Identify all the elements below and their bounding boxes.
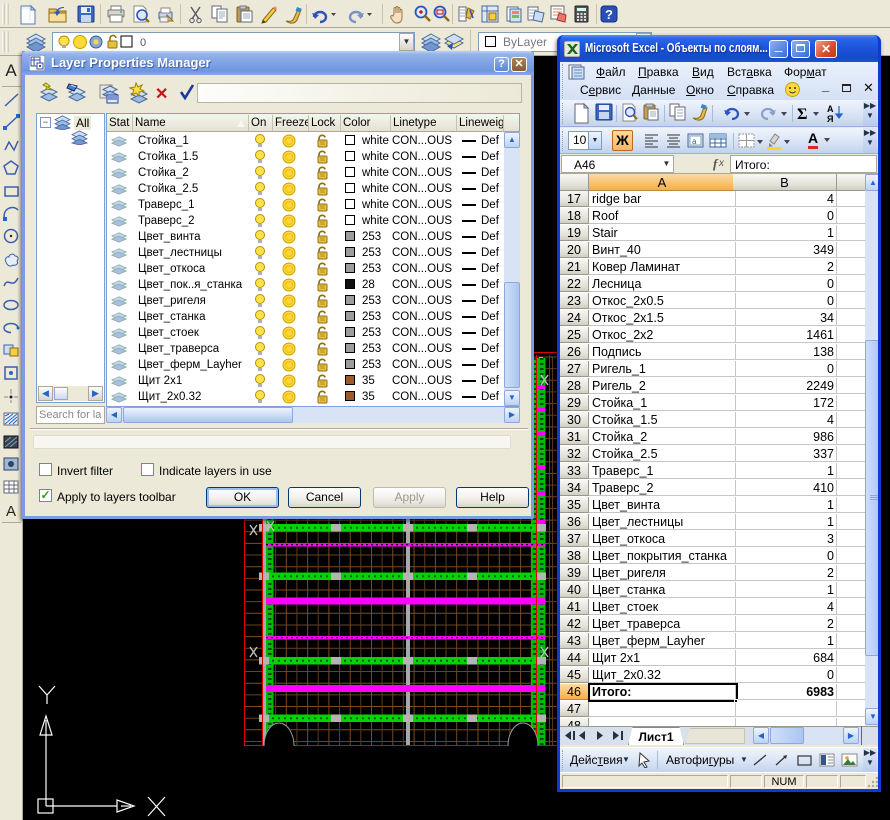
svg-text:А: А bbox=[827, 104, 834, 114]
svg-text:Σ: Σ bbox=[797, 106, 807, 123]
svg-text:✕: ✕ bbox=[155, 86, 168, 103]
svg-text:Я: Я bbox=[827, 114, 833, 124]
svg-text:a: a bbox=[692, 137, 697, 146]
